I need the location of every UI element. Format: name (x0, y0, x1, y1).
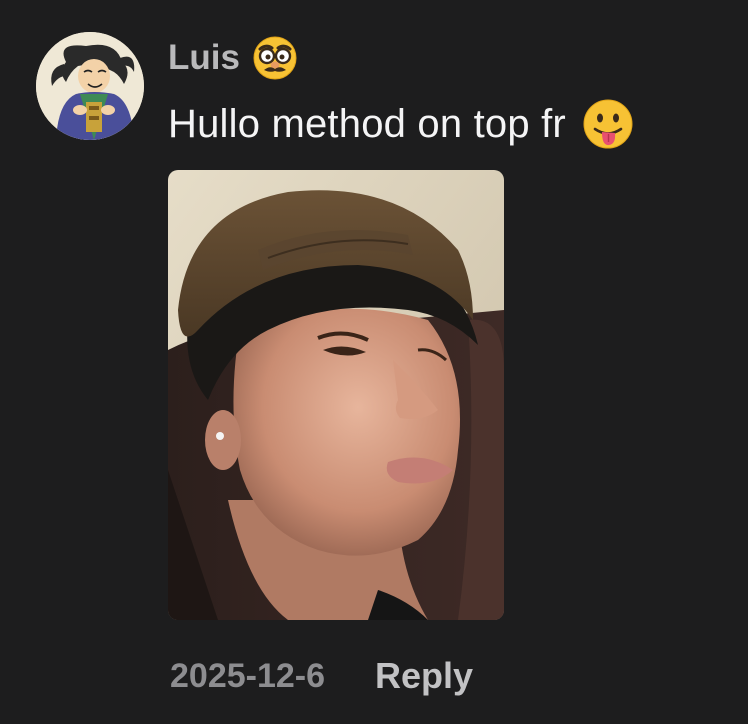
avatar[interactable] (36, 32, 144, 140)
reply-button[interactable]: Reply (375, 655, 473, 697)
comment-date: 2025-12-6 (170, 656, 326, 695)
selfie-photo-image (168, 170, 504, 620)
comment-text: Hullo method on top fr (168, 101, 566, 146)
comment-footer: 2025-12-6 Reply (170, 652, 473, 700)
attached-photo[interactable] (168, 170, 504, 620)
nerd-disguise-face-emoji-icon (253, 36, 297, 80)
avatar-illustration (36, 32, 144, 140)
comment-item: Luis Hullo method on top fr 2025-12-6 Re… (0, 0, 748, 724)
comment-body: Luis Hullo method on top fr (168, 30, 728, 152)
author-name[interactable]: Luis (168, 38, 240, 78)
author-row: Luis (168, 30, 728, 86)
face-with-tongue-emoji-icon (583, 99, 633, 149)
comment-text-row: Hullo method on top fr (168, 96, 728, 152)
